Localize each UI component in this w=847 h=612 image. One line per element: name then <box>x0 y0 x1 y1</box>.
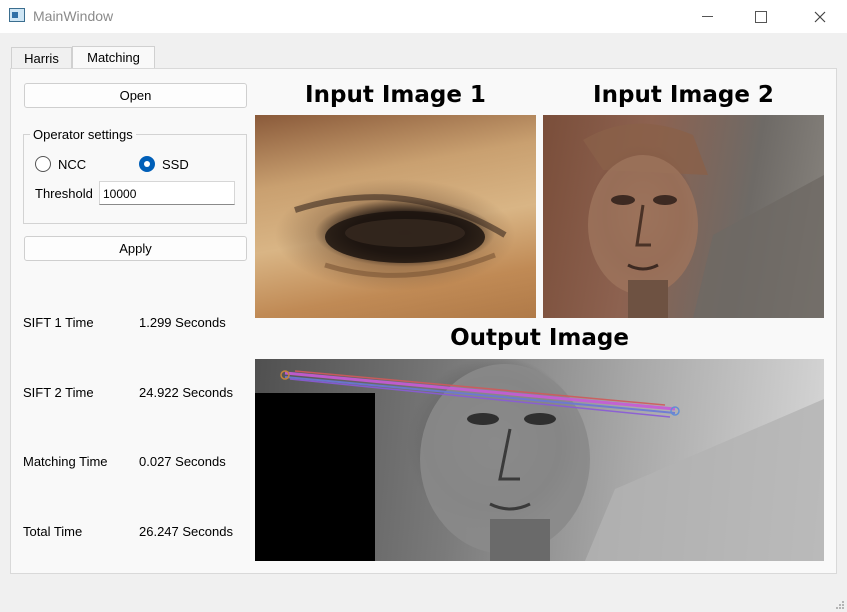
total-time-value: 26.247 Seconds <box>139 524 233 539</box>
input-image-1-title: Input Image 1 <box>305 82 486 108</box>
resize-grip-icon[interactable] <box>835 600 845 610</box>
total-time-label: Total Time <box>23 524 83 539</box>
open-button[interactable]: Open <box>24 83 247 108</box>
apply-button[interactable]: Apply <box>24 236 247 261</box>
matching-time-label: Matching Time <box>23 454 108 469</box>
minimize-icon <box>701 16 713 17</box>
maximize-icon <box>755 10 767 23</box>
close-button[interactable] <box>797 0 843 33</box>
sift1-time-value: 1.299 Seconds <box>139 315 226 330</box>
output-padding-block <box>255 393 375 561</box>
threshold-label: Threshold <box>35 186 93 201</box>
ssd-label[interactable]: SSD <box>162 157 189 172</box>
maximize-button[interactable] <box>738 0 784 33</box>
ssd-radio[interactable] <box>139 156 155 172</box>
title-bar: MainWindow <box>0 0 847 33</box>
app-icon <box>9 8 25 22</box>
output-image <box>255 359 824 561</box>
input-image-2 <box>543 115 824 318</box>
tab-harris[interactable]: Harris <box>11 47 72 68</box>
operator-settings-title: Operator settings <box>30 127 136 142</box>
matching-time-value: 0.027 Seconds <box>139 454 226 469</box>
tab-matching[interactable]: Matching <box>72 46 155 68</box>
minimize-button[interactable] <box>684 0 730 33</box>
window-title: MainWindow <box>33 8 114 24</box>
operator-settings-group <box>23 134 247 224</box>
ncc-radio[interactable] <box>35 156 51 172</box>
threshold-input[interactable]: 10000 <box>99 181 235 205</box>
close-icon <box>814 11 826 22</box>
sift2-time-value: 24.922 Seconds <box>139 385 233 400</box>
sift2-time-label: SIFT 2 Time <box>23 385 94 400</box>
input-image-2-title: Input Image 2 <box>593 82 774 108</box>
ncc-label[interactable]: NCC <box>58 157 86 172</box>
sift1-time-label: SIFT 1 Time <box>23 315 94 330</box>
output-image-title: Output Image <box>450 325 629 351</box>
input-image-1 <box>255 115 536 318</box>
